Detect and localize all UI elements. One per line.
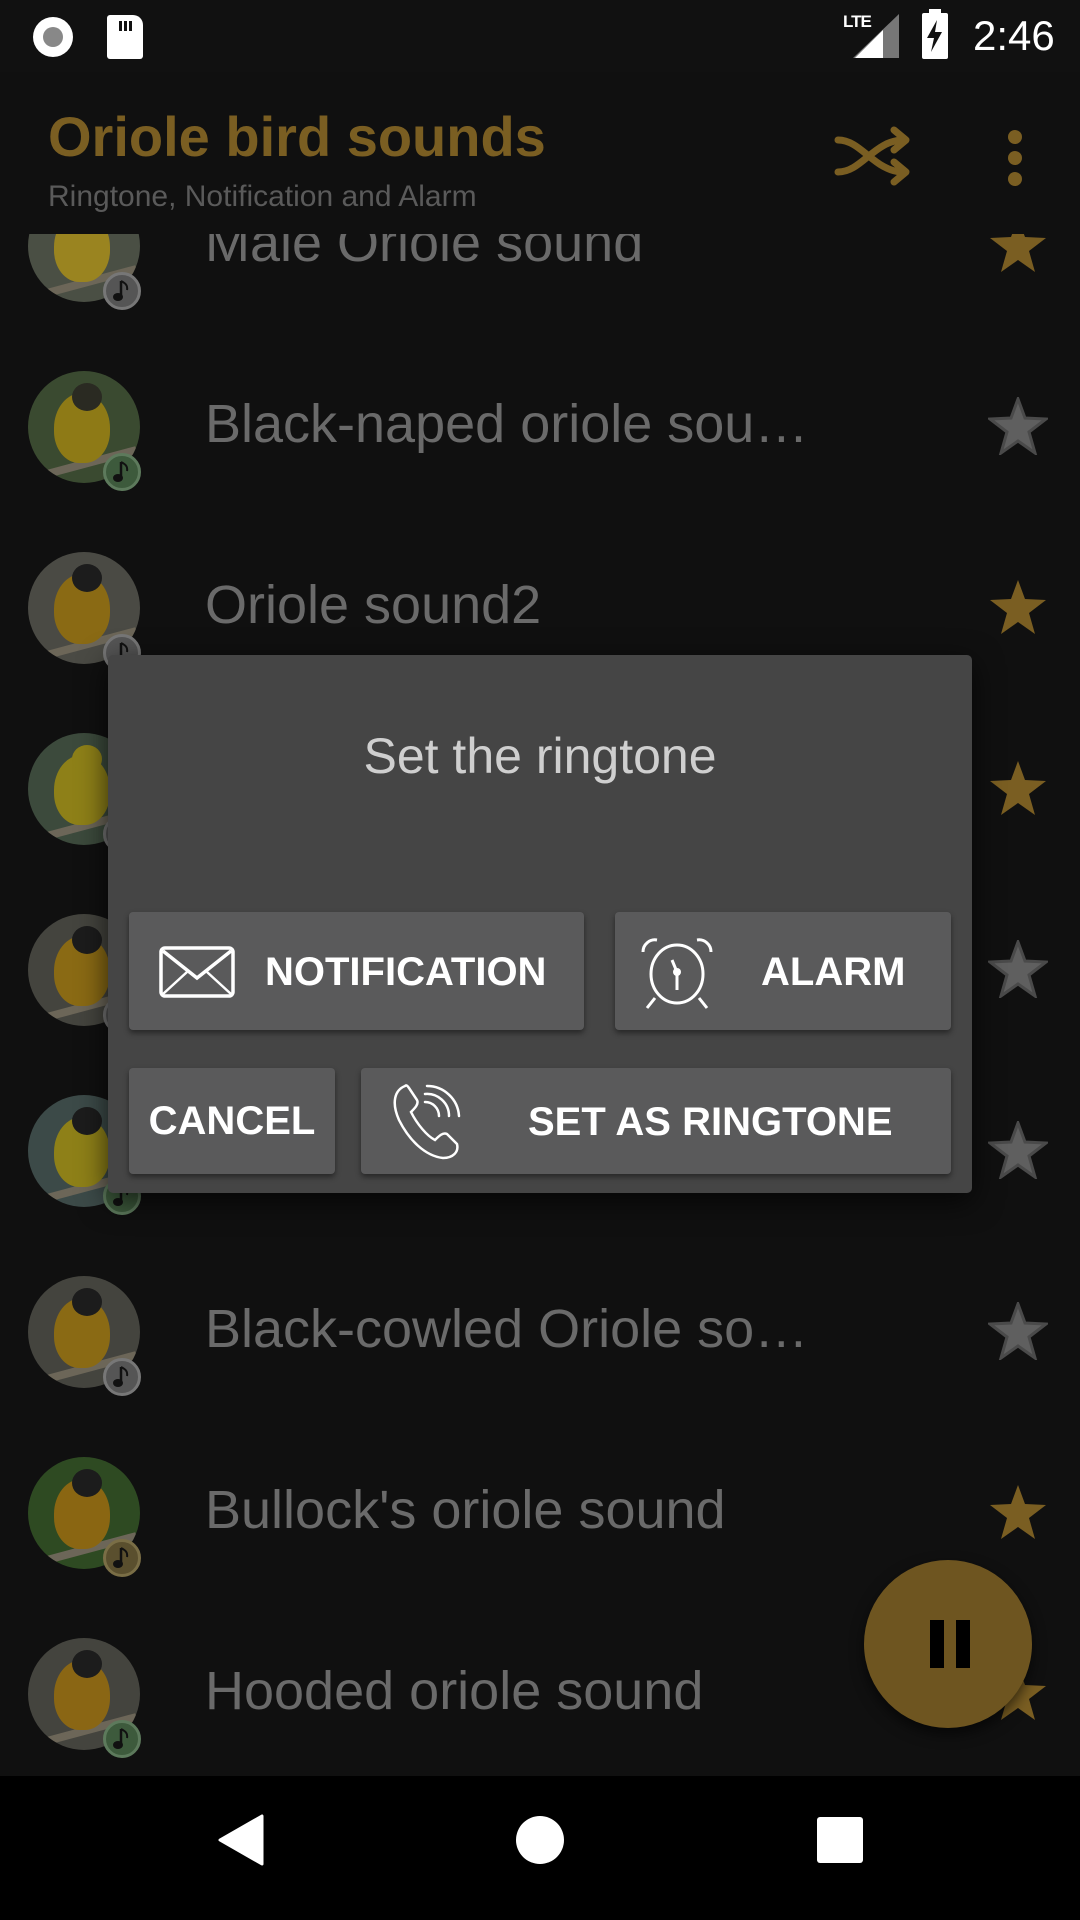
navigation-bar (0, 1776, 1080, 1920)
notification-label: NOTIFICATION (265, 950, 547, 994)
home-icon[interactable] (516, 1816, 564, 1864)
recents-icon[interactable] (817, 1817, 863, 1863)
alarm-clock-icon (641, 938, 713, 1009)
set-ringtone-dialog: Set the ringtone NOTIFICATION ALARM CANC… (108, 655, 972, 1193)
dialog-title: Set the ringtone (363, 728, 717, 784)
cancel-button[interactable]: CANCEL (129, 1068, 335, 1174)
back-icon[interactable] (218, 1814, 264, 1866)
alarm-label: ALARM (761, 950, 906, 994)
pause-button[interactable] (864, 1560, 1032, 1728)
cancel-label: CANCEL (148, 1098, 316, 1143)
envelope-icon (159, 946, 235, 998)
pause-icon (930, 1620, 944, 1668)
notification-button[interactable]: NOTIFICATION (129, 912, 584, 1030)
phone-ringing-icon (393, 1084, 461, 1160)
set-as-ringtone-label: SET AS RINGTONE (528, 1100, 893, 1144)
set-as-ringtone-button[interactable]: SET AS RINGTONE (361, 1068, 951, 1174)
alarm-button[interactable]: ALARM (615, 912, 951, 1030)
